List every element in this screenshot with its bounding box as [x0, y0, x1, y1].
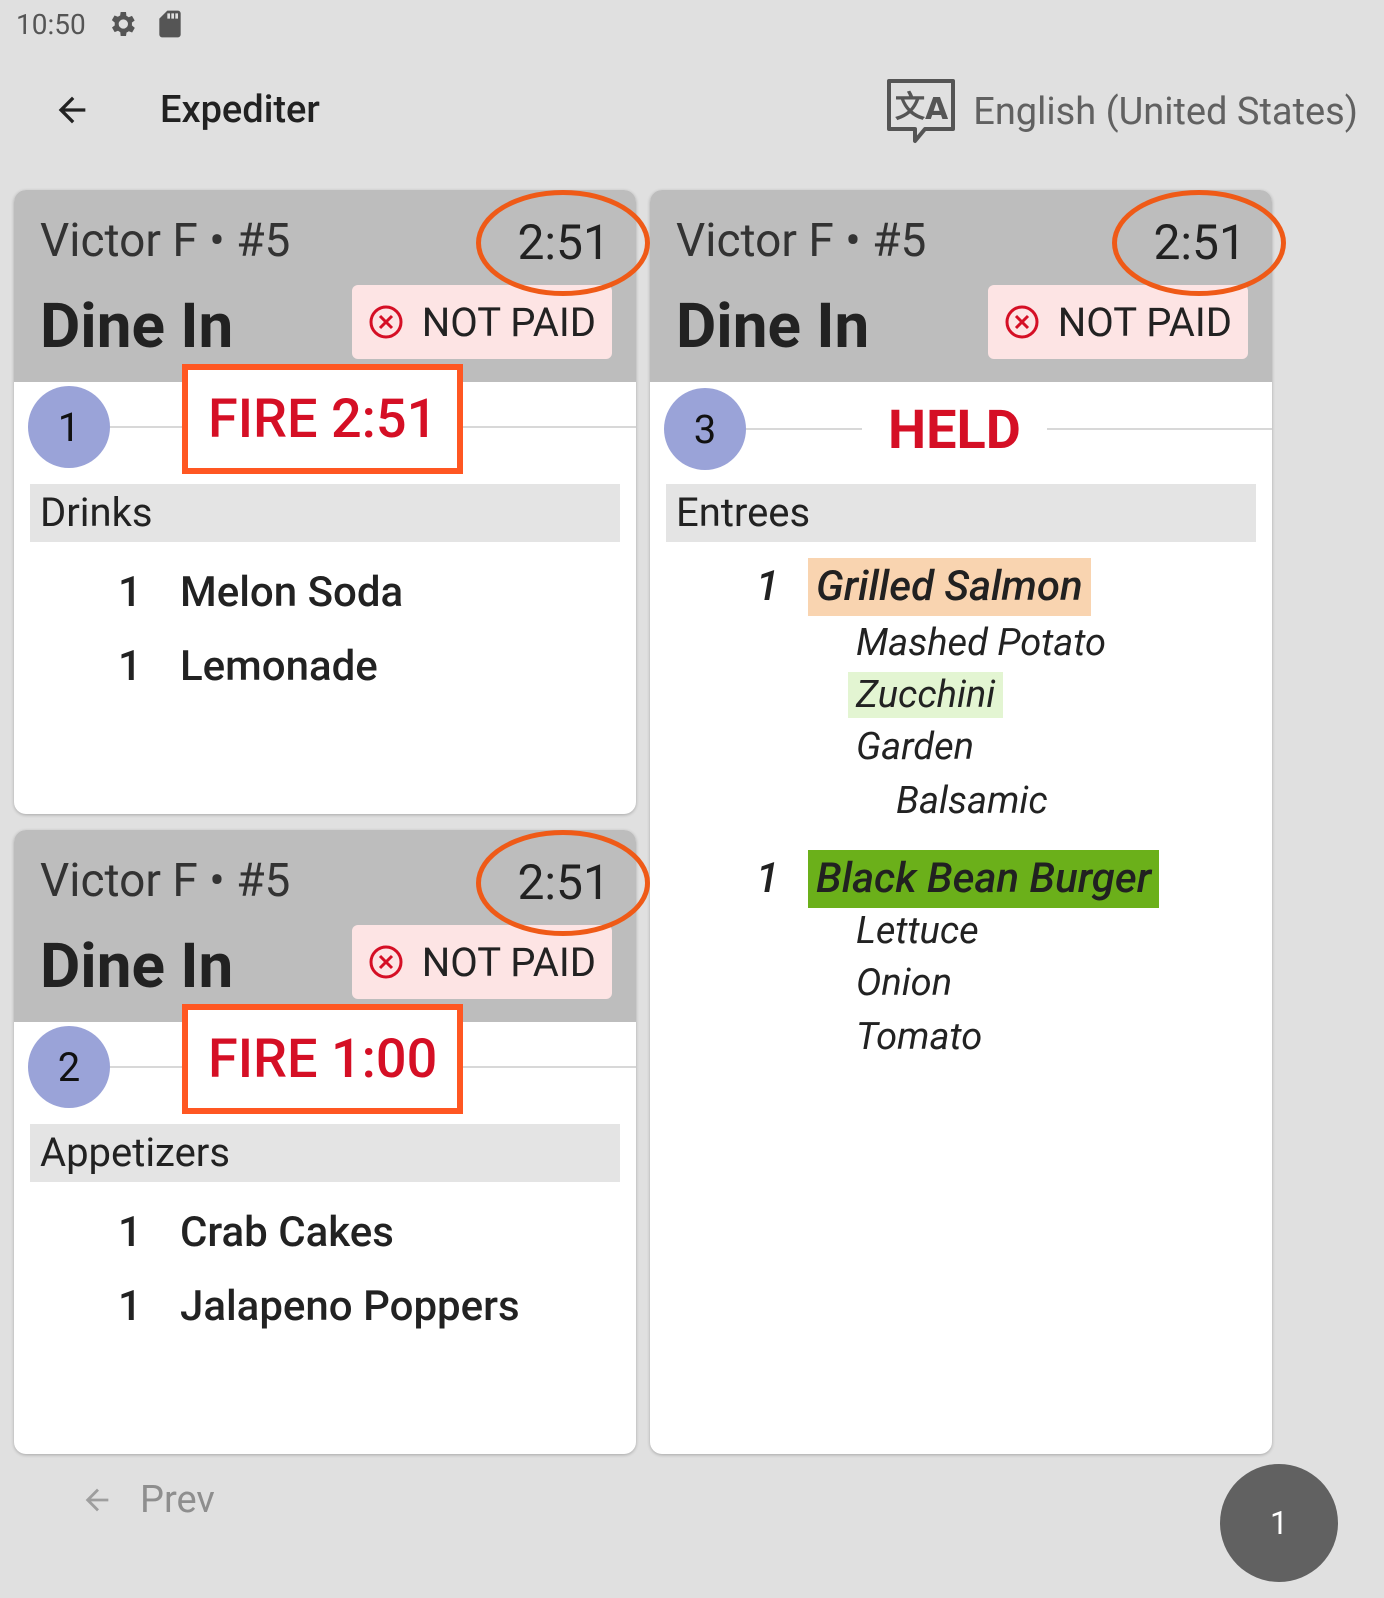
course-number-badge: 1: [28, 386, 110, 468]
payment-status-badge: NOT PAID: [351, 285, 612, 359]
timer-highlight-ring: [1112, 190, 1286, 296]
item-name: Black Bean Burger: [808, 850, 1160, 908]
language-selector[interactable]: 文 A English (United States): [885, 74, 1358, 150]
item-name: Crab Cakes: [180, 1208, 394, 1257]
payment-status-badge: NOT PAID: [987, 285, 1248, 359]
ticket-customer: Victor F • #5: [676, 214, 927, 268]
course-number-badge: 2: [28, 1026, 110, 1108]
course-row: 2 FIRE 1:00: [14, 1004, 636, 1120]
list-item[interactable]: 1 Melon Soda: [14, 564, 636, 624]
item-modifier: Onion: [856, 961, 953, 1005]
item-modifier: Balsamic: [896, 779, 1048, 823]
payment-status-label: NOT PAID: [421, 938, 596, 986]
timer-highlight-ring: [476, 830, 650, 936]
course-fire-status[interactable]: FIRE 1:00: [182, 1004, 464, 1114]
ticket-customer: Victor F • #5: [40, 214, 291, 268]
item-modifier: Zucchini: [848, 672, 1004, 718]
arrow-back-icon: [58, 96, 86, 124]
order-type: Dine In: [40, 290, 234, 363]
course-number-badge: 3: [664, 388, 746, 470]
payment-status-badge: NOT PAID: [351, 925, 612, 999]
item-quantity: 1: [118, 568, 142, 617]
item-modifier: Lettuce: [856, 909, 979, 953]
course-row: 1 FIRE 2:51: [14, 364, 636, 480]
item-modifier: Tomato: [856, 1015, 983, 1059]
cancel-circle-icon: [1005, 305, 1039, 339]
category-header: Appetizers: [30, 1124, 620, 1182]
item-modifier: Mashed Potato: [856, 621, 1107, 665]
timer-highlight-ring: [476, 190, 650, 296]
item-name: Grilled Salmon: [808, 558, 1091, 616]
item-name: Lemonade: [180, 642, 378, 691]
back-button[interactable]: [44, 82, 100, 138]
list-item[interactable]: 1 Lemonade: [14, 638, 636, 698]
language-label: English (United States): [973, 90, 1358, 134]
category-header: Entrees: [666, 484, 1256, 542]
prev-page-button[interactable]: Prev: [80, 1478, 215, 1522]
payment-status-label: NOT PAID: [421, 298, 596, 346]
ticket-customer: Victor F • #5: [40, 854, 291, 908]
list-item[interactable]: 1 Grilled Salmon: [650, 558, 1272, 618]
order-type: Dine In: [676, 290, 870, 363]
status-time: 10:50: [16, 8, 86, 41]
gear-icon: [111, 12, 135, 36]
item-quantity: 1: [756, 562, 780, 611]
cancel-circle-icon: [369, 305, 403, 339]
item-quantity: 1: [756, 854, 780, 903]
page-indicator-button[interactable]: 1: [1220, 1464, 1338, 1582]
course-fire-status[interactable]: FIRE 2:51: [182, 364, 464, 474]
svg-text:文: 文: [895, 90, 925, 125]
svg-text:A: A: [925, 92, 949, 127]
item-quantity: 1: [118, 642, 142, 691]
course-row: 3 HELD: [650, 382, 1272, 482]
item-quantity: 1: [118, 1282, 142, 1331]
ticket-card[interactable]: Victor F • #5 2:51 Dine In NOT PAID 3 HE…: [650, 190, 1272, 1454]
item-name: Melon Soda: [180, 568, 404, 617]
sd-card-icon: [159, 10, 181, 38]
cancel-circle-icon: [369, 945, 403, 979]
list-item[interactable]: 1 Black Bean Burger: [650, 850, 1272, 910]
arrow-back-icon: [85, 1488, 109, 1512]
status-bar: 10:50: [0, 0, 1384, 50]
item-quantity: 1: [118, 1208, 142, 1257]
order-type: Dine In: [40, 930, 234, 1003]
item-modifier: Garden: [856, 725, 974, 769]
prev-label: Prev: [140, 1478, 215, 1522]
category-header: Drinks: [30, 484, 620, 542]
list-item[interactable]: 1 Jalapeno Poppers: [14, 1278, 636, 1338]
app-toolbar: Expediter 文 A English (United States): [0, 60, 1384, 170]
list-item[interactable]: 1 Crab Cakes: [14, 1204, 636, 1264]
translate-icon: 文 A: [887, 79, 956, 143]
item-name: Jalapeno Poppers: [180, 1282, 520, 1331]
payment-status-label: NOT PAID: [1057, 298, 1232, 346]
page-title: Expediter: [160, 88, 320, 132]
course-held-status[interactable]: HELD: [862, 384, 1047, 476]
